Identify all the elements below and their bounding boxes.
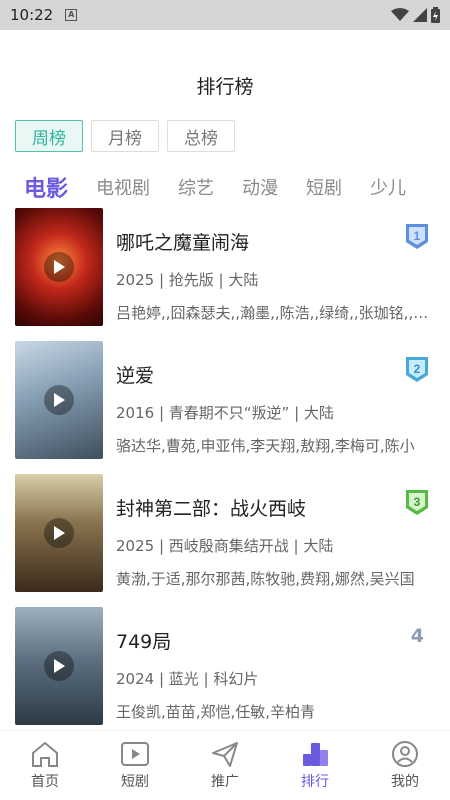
notification-a-icon: A <box>65 9 78 21</box>
poster-image[interactable] <box>15 474 103 592</box>
ranking-list: 哪吒之魔童闹海 2025 | 抢先版 | 大陆 吕艳婷,,囧森瑟夫,,瀚墨,,陈… <box>15 208 450 740</box>
item-meta: 2025 | 抢先版 | 大陆 <box>116 271 259 289</box>
item-title[interactable]: 逆爱 <box>116 361 430 388</box>
play-icon[interactable] <box>44 651 74 681</box>
item-info: 749局 2024 | 蓝光 | 科幻片 王俊凯,苗苗,郑恺,任敏,辛柏青 <box>116 607 430 722</box>
nav-promote-label: 推广 <box>211 774 239 790</box>
list-item[interactable]: 749局 2024 | 蓝光 | 科幻片 王俊凯,苗苗,郑恺,任敏,辛柏青 4 <box>15 607 450 740</box>
nav-ranking-label: 排行 <box>301 774 329 790</box>
poster-image[interactable] <box>15 208 103 326</box>
item-cast: 王俊凯,苗苗,郑恺,任敏,辛柏青 <box>116 703 316 721</box>
nav-short-drama-label: 短剧 <box>121 774 149 790</box>
status-icons <box>391 7 440 23</box>
user-icon <box>392 741 418 767</box>
rank-label: 3 <box>414 495 421 509</box>
item-meta: 2024 | 蓝光 | 科幻片 <box>116 670 259 688</box>
nav-home[interactable]: 首页 <box>0 731 90 800</box>
item-meta: 2025 | 西岐殷商集结开战 | 大陆 <box>116 537 334 555</box>
list-item[interactable]: 逆爱 2016 | 青春期不只“叛逆” | 大陆 骆达华,曹苑,申亚伟,李天翔,… <box>15 341 450 474</box>
rank-1-badge-icon: 1 <box>406 224 428 249</box>
rank-label: 1 <box>414 229 421 243</box>
video-icon <box>121 742 149 766</box>
tab-movie[interactable]: 电影 <box>24 171 68 203</box>
tab-all-time[interactable]: 总榜 <box>167 120 235 152</box>
page-title: 排行榜 <box>196 76 254 98</box>
item-meta: 2016 | 青春期不只“叛逆” | 大陆 <box>116 404 334 422</box>
play-icon[interactable] <box>44 518 74 548</box>
item-info: 哪吒之魔童闹海 2025 | 抢先版 | 大陆 吕艳婷,,囧森瑟夫,,瀚墨,,陈… <box>116 208 434 323</box>
item-title[interactable]: 哪吒之魔童闹海 <box>116 228 430 255</box>
nav-ranking[interactable]: 排行 <box>270 731 360 800</box>
item-cast: 骆达华,曹苑,申亚伟,李天翔,敖翔,李梅可,陈小 <box>116 437 415 455</box>
signal-icon <box>413 8 427 22</box>
status-bar: 10:22 A <box>0 0 450 30</box>
poster-image[interactable] <box>15 341 103 459</box>
item-info: 逆爱 2016 | 青春期不只“叛逆” | 大陆 骆达华,曹苑,申亚伟,李天翔,… <box>116 341 430 456</box>
battery-icon <box>431 7 440 23</box>
play-icon[interactable] <box>44 385 74 415</box>
nav-home-label: 首页 <box>31 774 59 790</box>
nav-profile-label: 我的 <box>391 774 419 790</box>
wifi-icon <box>391 8 409 21</box>
tab-kids[interactable]: 少儿 <box>370 174 406 200</box>
item-title[interactable]: 749局 <box>116 627 430 654</box>
rank-number: 4 <box>410 625 424 647</box>
status-time: 10:22 <box>10 6 54 24</box>
tab-short-drama[interactable]: 短剧 <box>306 174 342 200</box>
rank-icon <box>303 743 328 766</box>
bottom-nav: 首页 短剧 推广 排行 我的 <box>0 730 450 800</box>
list-item[interactable]: 哪吒之魔童闹海 2025 | 抢先版 | 大陆 吕艳婷,,囧森瑟夫,,瀚墨,,陈… <box>15 208 450 341</box>
item-title[interactable]: 封神第二部：战火西岐 <box>116 494 430 521</box>
send-icon <box>212 742 238 767</box>
tab-tv-series[interactable]: 电视剧 <box>96 174 150 200</box>
nav-promote[interactable]: 推广 <box>180 731 270 800</box>
rank-2-badge-icon: 2 <box>406 357 428 382</box>
tab-variety[interactable]: 综艺 <box>178 174 214 200</box>
tab-anime[interactable]: 动漫 <box>242 174 278 200</box>
list-item[interactable]: 封神第二部：战火西岐 2025 | 西岐殷商集结开战 | 大陆 黄渤,于适,那尔… <box>15 474 450 607</box>
nav-profile[interactable]: 我的 <box>360 731 450 800</box>
item-cast: 黄渤,于适,那尔那茜,陈牧驰,费翔,娜然,吴兴国 <box>116 570 415 588</box>
category-tabs: 电影 电视剧 综艺 动漫 短剧 少儿 <box>24 170 450 204</box>
play-icon[interactable] <box>44 252 74 282</box>
item-info: 封神第二部：战火西岐 2025 | 西岐殷商集结开战 | 大陆 黄渤,于适,那尔… <box>116 474 430 589</box>
item-cast: 吕艳婷,,囧森瑟夫,,瀚墨,,陈浩,,绿绮,,张珈铭,,杨卫 <box>116 304 434 322</box>
period-tabs: 周榜 月榜 总榜 <box>15 120 235 152</box>
poster-image[interactable] <box>15 607 103 725</box>
home-icon <box>32 741 58 767</box>
rank-label: 2 <box>414 362 421 376</box>
tab-monthly[interactable]: 月榜 <box>91 120 159 152</box>
rank-3-badge-icon: 3 <box>406 490 428 515</box>
nav-short-drama[interactable]: 短剧 <box>90 731 180 800</box>
tab-weekly[interactable]: 周榜 <box>15 120 83 152</box>
